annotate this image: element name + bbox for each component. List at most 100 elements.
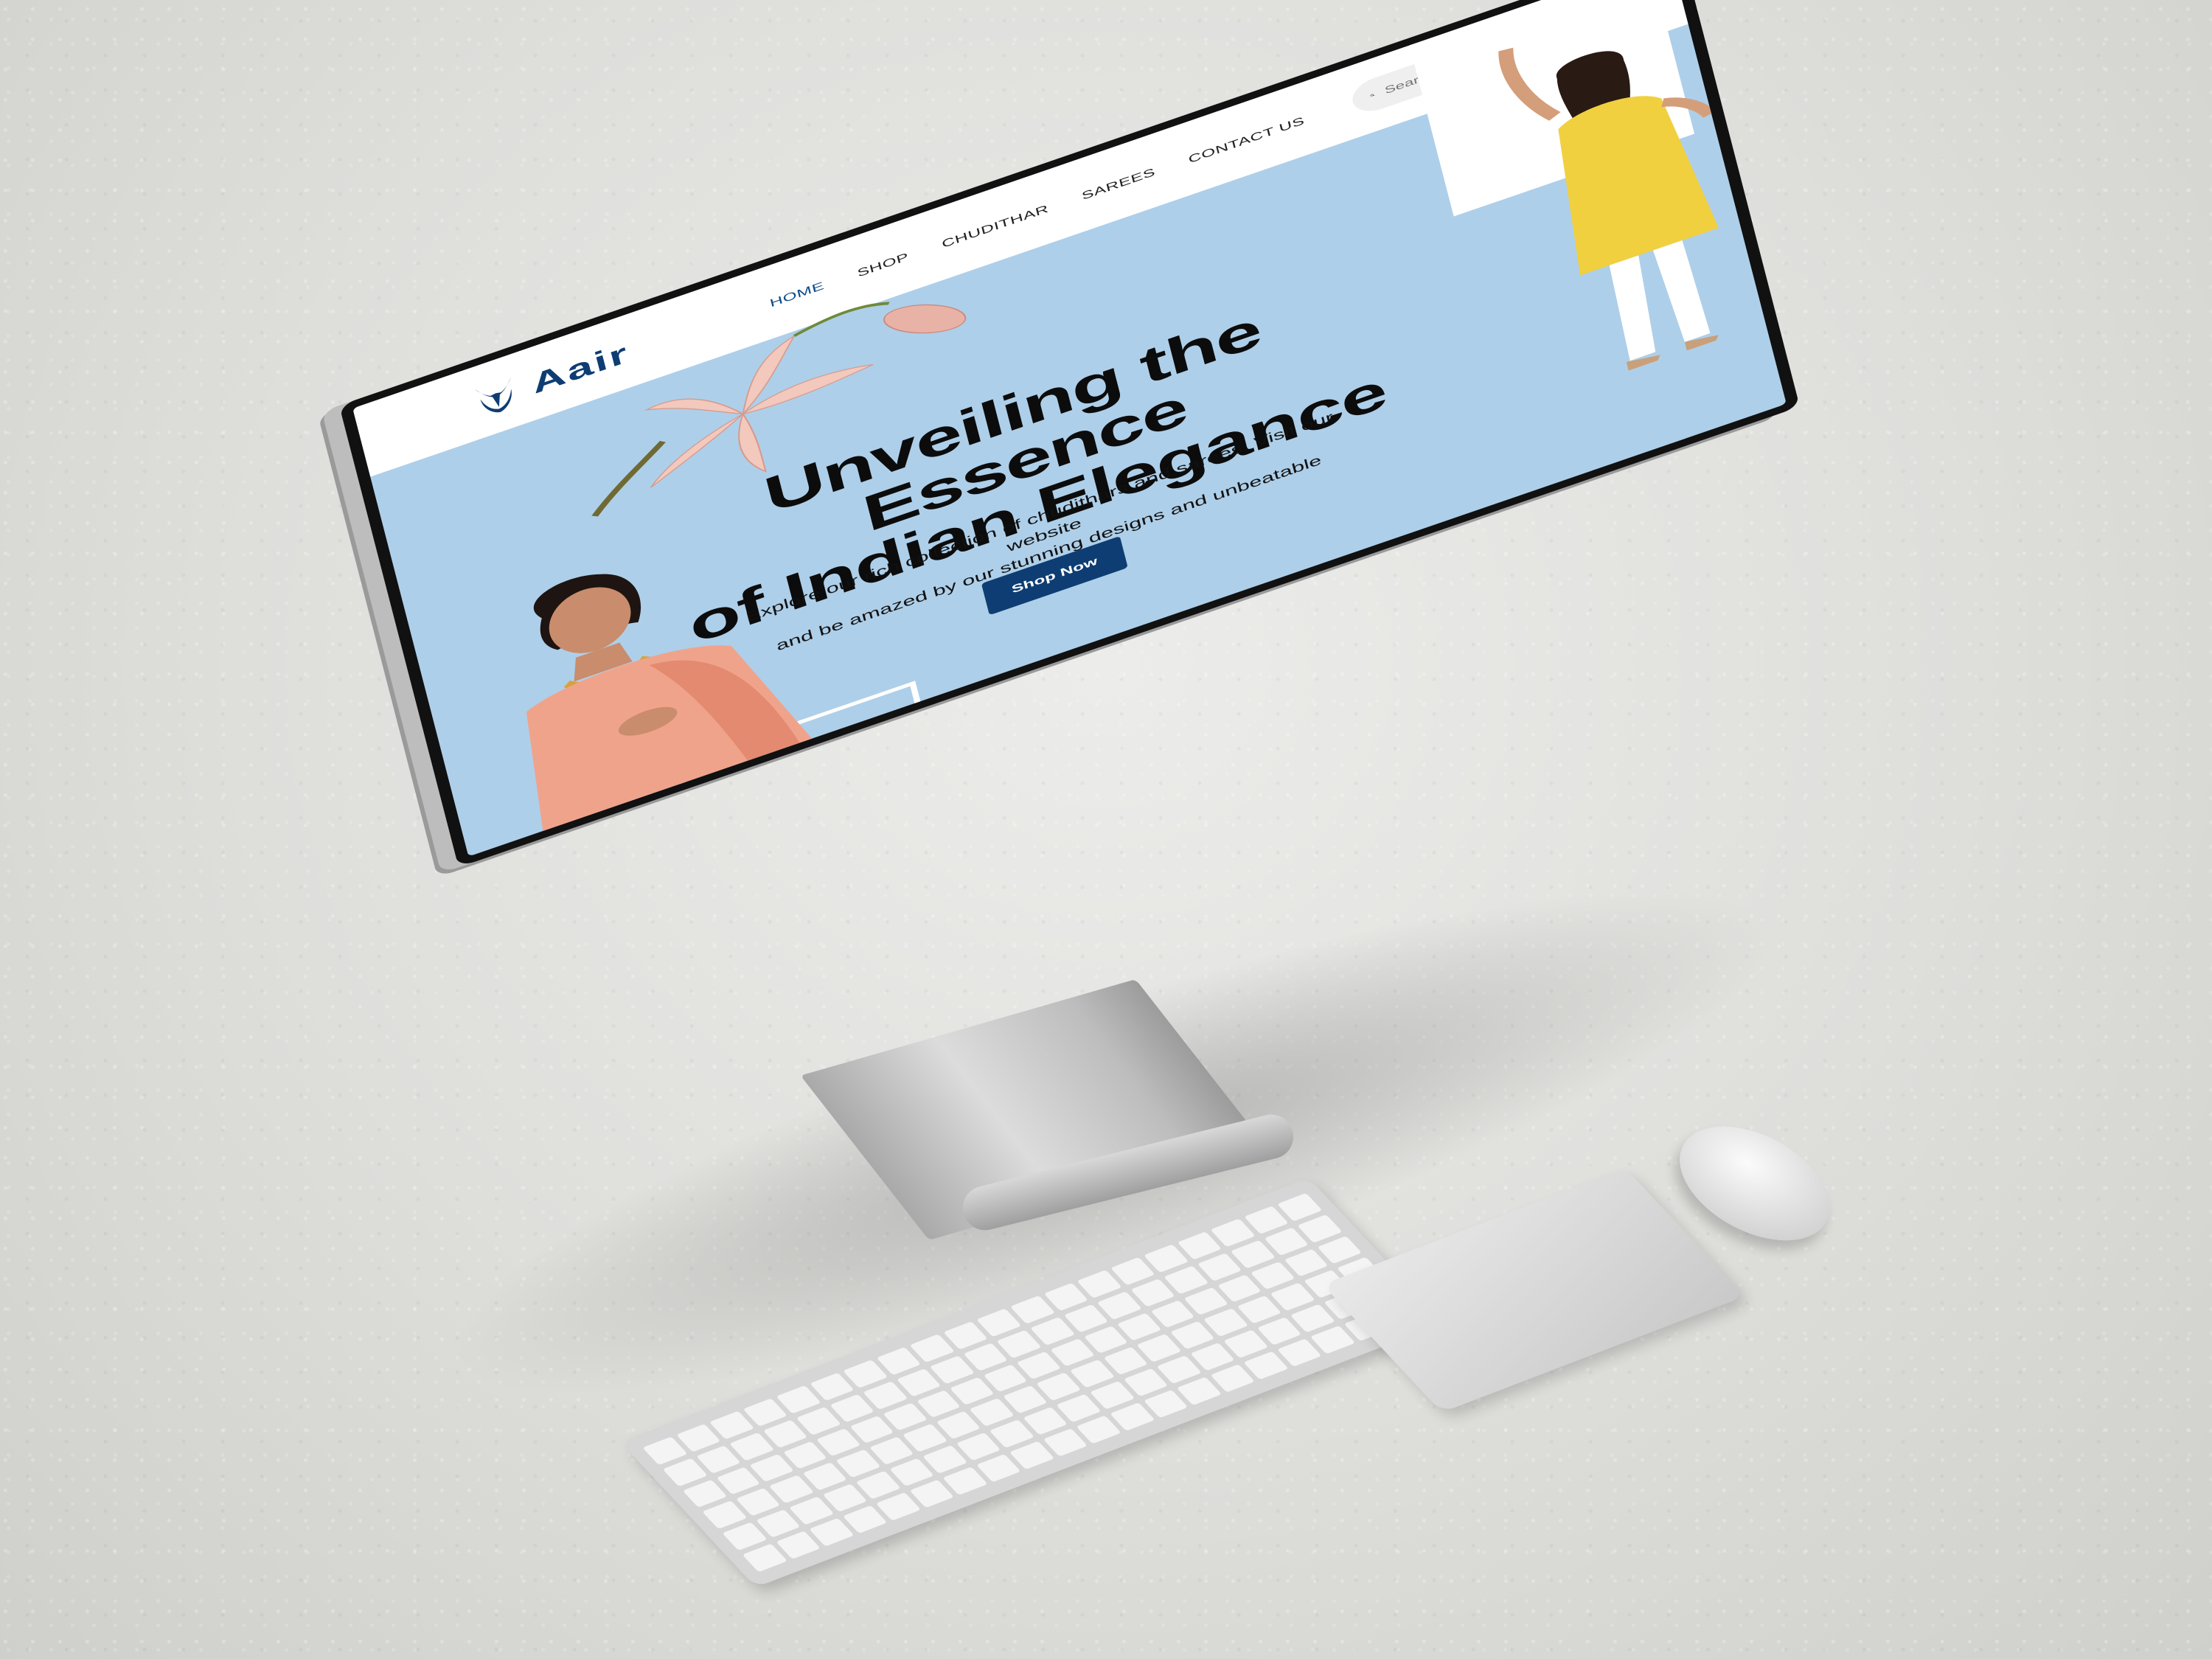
keyboard-key xyxy=(662,1458,708,1486)
keyboard-key xyxy=(1144,1244,1189,1273)
nav-contact-us[interactable]: CONTACT US xyxy=(1187,114,1306,166)
search-icon[interactable] xyxy=(1369,90,1376,101)
keyboard-key xyxy=(1077,1270,1122,1298)
keyboard-key xyxy=(749,1453,794,1483)
keyboard-key xyxy=(1284,1248,1329,1277)
keyboard-key xyxy=(883,1402,928,1431)
keyboard-key xyxy=(1230,1239,1276,1269)
keyboard-key xyxy=(675,1424,721,1453)
keyboard-key xyxy=(929,1355,975,1384)
keyboard-key xyxy=(1003,1385,1048,1414)
keyboard-key xyxy=(1090,1381,1135,1410)
keyboard-key xyxy=(936,1411,981,1440)
nav-chudithar[interactable]: CHUDITHAR xyxy=(941,203,1050,251)
keyboard-key xyxy=(796,1406,841,1436)
keyboard-key xyxy=(1156,1355,1202,1384)
keyboard-key xyxy=(1164,1265,1209,1294)
keyboard-key xyxy=(762,1419,808,1448)
keyboard-key xyxy=(1150,1299,1195,1329)
keyboard-key xyxy=(1110,1402,1155,1431)
keyboard-key xyxy=(789,1496,835,1526)
keyboard-key xyxy=(1243,1351,1289,1380)
keyboard-key xyxy=(682,1479,728,1508)
keyboard-key xyxy=(742,1398,788,1427)
keyboard-key xyxy=(1237,1295,1282,1324)
antelope-logo-icon xyxy=(474,376,512,413)
keyboard-key xyxy=(889,1458,935,1487)
keyboard-key xyxy=(1251,1261,1295,1290)
keyboard-key xyxy=(1277,1192,1323,1222)
keyboard-key xyxy=(855,1471,901,1500)
keyboard-key xyxy=(1050,1338,1095,1367)
keyboard-key xyxy=(782,1441,828,1470)
keyboard-key xyxy=(849,1415,894,1444)
keyboard-key xyxy=(1130,1278,1175,1307)
keyboard-key xyxy=(742,1543,787,1573)
keyboard-key xyxy=(735,1488,781,1517)
keyboard-key xyxy=(702,1500,748,1530)
keyboard-key xyxy=(950,1377,995,1405)
keyboard-key xyxy=(990,1419,1034,1448)
keyboard-key xyxy=(776,1385,821,1414)
keyboard-key xyxy=(1029,1317,1075,1346)
keyboard-key xyxy=(996,1329,1042,1358)
keyboard-key xyxy=(729,1432,774,1461)
keyboard-key xyxy=(815,1427,861,1457)
keyboard-key xyxy=(843,1360,888,1388)
keyboard-key xyxy=(1023,1407,1068,1436)
nav-shop[interactable]: SHOP xyxy=(856,251,910,280)
keyboard-key xyxy=(909,1334,955,1363)
keyboard-key xyxy=(1036,1372,1082,1402)
keyboard-key xyxy=(1043,1282,1088,1312)
keyboard-key xyxy=(943,1321,988,1350)
keyboard-key xyxy=(896,1368,942,1397)
keyboard-key xyxy=(1043,1428,1088,1457)
keyboard-key xyxy=(1110,1256,1155,1286)
keyboard-key xyxy=(909,1479,955,1509)
keyboard-key xyxy=(902,1424,948,1453)
keyboard-key xyxy=(1190,1343,1235,1371)
keyboard-key xyxy=(1217,1274,1262,1303)
keyboard-key xyxy=(1170,1321,1215,1350)
keyboard-key xyxy=(715,1467,761,1495)
keyboard-key xyxy=(1203,1308,1249,1338)
keyboard-key xyxy=(1063,1304,1109,1333)
keyboard-key xyxy=(1270,1282,1315,1312)
keyboard-key xyxy=(1096,1291,1142,1320)
keyboard-key xyxy=(1276,1338,1322,1367)
keyboard-key xyxy=(830,1394,874,1422)
keyboard-key xyxy=(876,1492,921,1521)
nav-home[interactable]: HOME xyxy=(768,279,825,310)
keyboard-key xyxy=(942,1467,988,1495)
keyboard-key xyxy=(970,1398,1015,1427)
keyboard-key xyxy=(1210,1218,1256,1248)
keyboard-key xyxy=(1009,1441,1055,1470)
keyboard-key xyxy=(1009,1295,1055,1324)
keyboard-key xyxy=(1183,1287,1229,1315)
keyboard-key xyxy=(755,1509,801,1538)
keyboard-key xyxy=(869,1436,914,1466)
keyboard-key xyxy=(709,1411,754,1440)
keyboard-key xyxy=(922,1445,968,1474)
keyboard-key xyxy=(1297,1214,1343,1243)
keyboard-key xyxy=(1256,1317,1302,1346)
keyboard-key xyxy=(842,1505,888,1534)
keyboard-key xyxy=(1223,1329,1269,1359)
keyboard-key xyxy=(956,1432,1001,1461)
nav-sarees[interactable]: SAREES xyxy=(1080,166,1156,203)
keyboard-key xyxy=(1116,1312,1162,1341)
keyboard-key xyxy=(1290,1304,1335,1333)
keyboard-key xyxy=(809,1517,855,1547)
keyboard-key xyxy=(1264,1227,1309,1256)
keyboard-key xyxy=(1210,1364,1256,1393)
keyboard-key xyxy=(1103,1346,1149,1376)
keyboard-key xyxy=(976,1453,1021,1483)
keyboard-key xyxy=(863,1381,908,1410)
keyboard-key xyxy=(809,1372,855,1401)
keyboard-key xyxy=(695,1445,741,1474)
keyboard-key xyxy=(722,1522,768,1551)
keyboard-key xyxy=(1070,1360,1115,1388)
keyboard-key xyxy=(822,1484,868,1512)
keyboard-key xyxy=(1176,1377,1222,1405)
keyboard-key xyxy=(1056,1394,1102,1423)
